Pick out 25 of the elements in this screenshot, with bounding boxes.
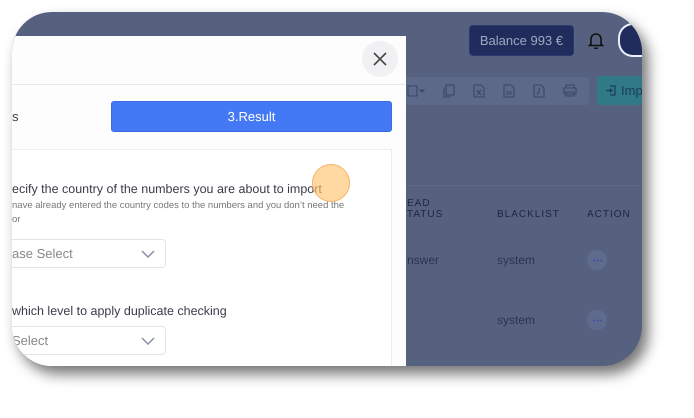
chevron-down-icon — [141, 250, 155, 258]
step-tab[interactable]: 3.Result — [111, 101, 392, 132]
copy-icon[interactable] — [443, 84, 455, 98]
print-icon[interactable] — [563, 84, 577, 97]
close-button[interactable] — [362, 41, 398, 77]
column-header: BLACKLIST — [497, 209, 561, 220]
field-hint: nave already entered the country codes to the numbers and you don’t need the or — [12, 199, 346, 227]
more-button[interactable] — [587, 310, 607, 330]
field-label: which level to apply duplicate checking — [12, 304, 228, 318]
import-button[interactable]: Imp — [597, 76, 642, 105]
sign-in-icon — [605, 85, 616, 96]
avatar[interactable] — [618, 23, 642, 57]
columns-dropdown-icon[interactable] — [407, 84, 425, 96]
column-header: ACTION — [587, 209, 632, 220]
column-header: EAD TATUS — [407, 198, 444, 220]
close-icon — [373, 52, 387, 66]
balance-badge[interactable]: Balance 993 € — [468, 24, 574, 56]
bell-icon[interactable] — [588, 31, 604, 49]
chevron-down-icon — [141, 336, 155, 344]
pdf-file-icon[interactable] — [533, 84, 545, 98]
excel-file-icon[interactable] — [473, 84, 485, 98]
more-button[interactable] — [587, 250, 607, 270]
select-field[interactable]: ase Select — [12, 239, 166, 268]
step-tab[interactable]: s — [12, 101, 18, 132]
file-icon[interactable] — [503, 84, 515, 98]
